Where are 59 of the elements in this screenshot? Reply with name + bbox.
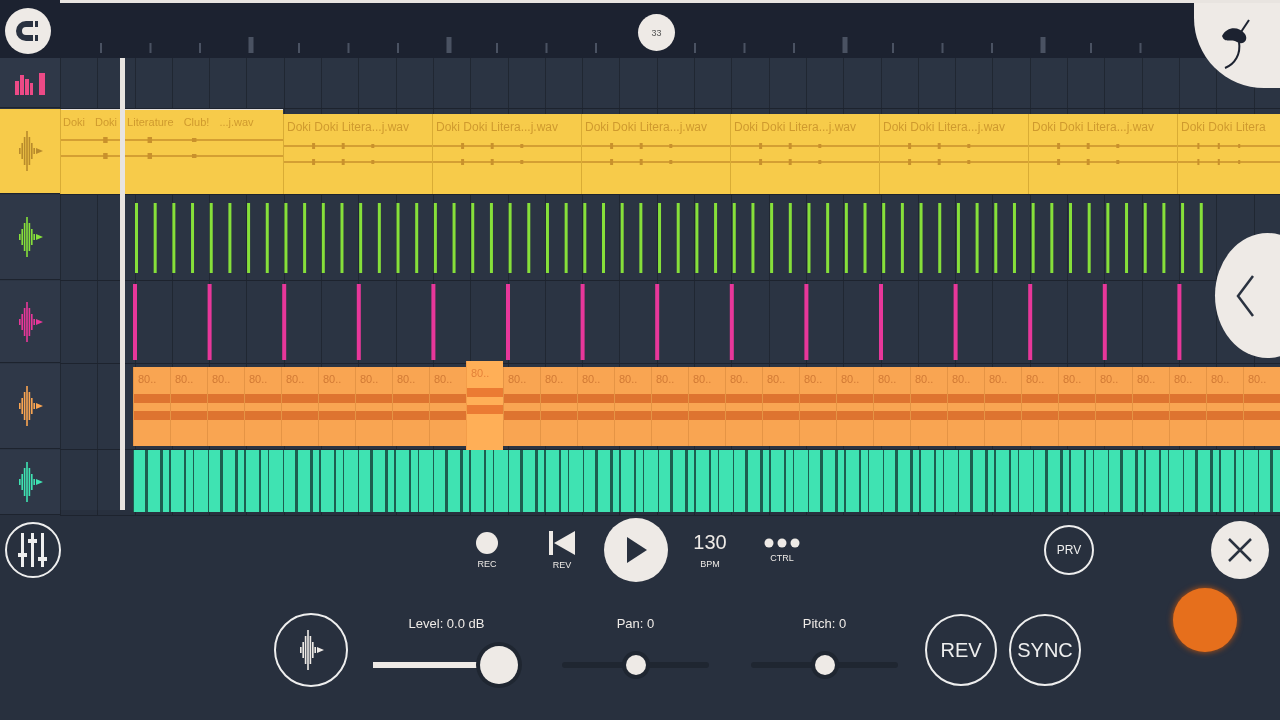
waveform-drawing [430, 394, 466, 420]
slider-label: Pan: 0 [616, 615, 655, 631]
waveform-drawing [393, 394, 429, 420]
waveform-drawing [356, 394, 392, 420]
waveform-drawing [652, 394, 688, 420]
dot-icon [476, 531, 498, 554]
waveform-drawing [171, 394, 207, 420]
round-button[interactable]: REV [925, 614, 997, 686]
mixer-button[interactable] [5, 522, 61, 578]
waveform-drawing [1022, 394, 1058, 420]
waveform-drawing [282, 394, 318, 420]
magnet-snap-button[interactable] [5, 7, 51, 54]
waveform-drawing [800, 394, 836, 420]
close-button[interactable] [1211, 521, 1269, 579]
waveform-drawing [208, 394, 244, 420]
waveform-drawing [1096, 394, 1132, 420]
slider-thumb[interactable] [625, 654, 646, 675]
waveform-drawing [1059, 394, 1095, 420]
waveform-drawing [726, 394, 762, 420]
waveform-drawing [1207, 394, 1243, 420]
round-button[interactable]: SYNC [1009, 614, 1081, 686]
sample-button[interactable] [274, 613, 348, 687]
waveform-drawing [1244, 394, 1280, 420]
waveform-drawing [541, 394, 577, 420]
chevron-left-icon [1235, 273, 1255, 318]
waveform-clip-drawing[interactable] [133, 450, 1280, 512]
waveform-drawing [837, 394, 873, 420]
preview-button[interactable]: PRV [1044, 525, 1094, 575]
dots-icon [764, 537, 800, 548]
position-marker[interactable]: 33 [638, 14, 675, 51]
slider-label: Level: 0.0 dB [408, 615, 485, 631]
waveform-drawing [134, 394, 170, 420]
rewind-button[interactable]: REV [542, 530, 582, 570]
waveform-drawing [689, 394, 725, 420]
close-icon [1227, 537, 1253, 563]
waveform-drawing [578, 394, 614, 420]
waveform-drawing [763, 394, 799, 420]
waveform-drawing [1170, 394, 1206, 420]
waveform-drawing [985, 394, 1021, 420]
waveform-drawing [1133, 394, 1169, 420]
waveform-drawing [467, 388, 503, 414]
slider-thumb[interactable] [814, 654, 835, 675]
sliders-icon [16, 531, 50, 569]
waveform-drawing [911, 394, 947, 420]
tempo-button[interactable]: 130 BPM [690, 531, 730, 569]
waveform-drawing [615, 394, 651, 420]
waveform-drawing [948, 394, 984, 420]
knob[interactable] [1173, 588, 1237, 652]
slider[interactable] [373, 644, 520, 685]
control-button[interactable]: CTRL [762, 537, 802, 563]
skip-back-icon [549, 530, 575, 555]
record-button[interactable]: REC [467, 531, 507, 569]
play-icon [625, 537, 647, 563]
waveform-drawing [504, 394, 540, 420]
waveform-drawing [319, 394, 355, 420]
waveform-drawing [245, 394, 281, 420]
waveform-drawing [874, 394, 910, 420]
slider-label: Pitch: 0 [802, 615, 847, 631]
slider-thumb[interactable] [480, 645, 519, 684]
